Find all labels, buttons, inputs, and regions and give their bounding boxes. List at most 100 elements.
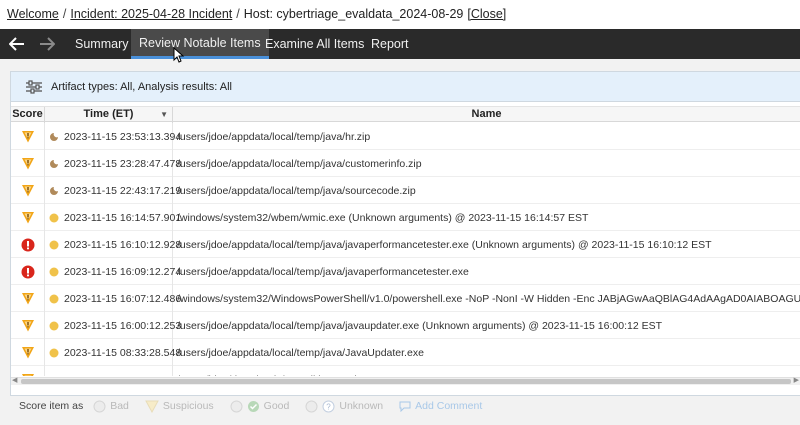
- suspicious-score-icon: [21, 320, 34, 332]
- table-row[interactable]: 2023-11-15 22:43:17.219/users/jdoe/appda…: [11, 177, 800, 204]
- item-name: /windows/system32/WindowsPowerShell/v1.0…: [177, 292, 800, 305]
- score-cell: [11, 312, 45, 339]
- table-row[interactable]: 2023-11-15 16:09:12.274/users/jdoe/appda…: [11, 258, 800, 285]
- suspicious-score-icon: [21, 131, 34, 143]
- column-header-time[interactable]: Time (ET) ▼: [45, 107, 173, 123]
- column-header-name[interactable]: Name: [173, 107, 800, 123]
- item-time: 2023-11-15 16:09:12.274: [64, 265, 182, 278]
- filter-bar[interactable]: Artifact types: All, Analysis results: A…: [11, 72, 800, 102]
- table-row[interactable]: 2023-11-15 08:32:25.548/users/jdoe/downl…: [11, 366, 800, 376]
- score-unknown-label: Unknown: [339, 400, 384, 412]
- item-name: /users/jdoe/appdata/local/temp/java/cust…: [177, 157, 422, 170]
- score-item-as-label: Score item as: [19, 400, 84, 412]
- score-cell: [11, 339, 45, 366]
- bad-score-icon: [93, 400, 106, 412]
- table-row[interactable]: 2023-11-15 16:00:12.253/users/jdoe/appda…: [11, 312, 800, 339]
- good-score-icon: [230, 400, 243, 412]
- item-name: /users/jdoe/appdata/local/temp/java/java…: [177, 265, 469, 278]
- score-suspicious-button[interactable]: Suspicious: [145, 400, 214, 413]
- arrow-right-icon[interactable]: [30, 29, 64, 59]
- time-cell: 2023-11-15 16:00:12.253: [45, 312, 181, 339]
- add-comment-button[interactable]: Add Comment: [399, 400, 482, 412]
- score-unknown-button[interactable]: ? Unknown: [305, 400, 383, 413]
- nav-bar: Summary Review Notable Items Examine All…: [0, 29, 800, 59]
- tab-report[interactable]: Report: [363, 29, 417, 59]
- item-time: 2023-11-15 08:32:25.548: [64, 374, 181, 377]
- column-header-time-label: Time (ET): [83, 108, 134, 120]
- filter-summary-text: Artifact types: All, Analysis results: A…: [51, 80, 232, 93]
- table-row[interactable]: 2023-11-15 23:28:47.478/users/jdoe/appda…: [11, 150, 800, 177]
- breadcrumb-separator: /: [236, 7, 240, 21]
- suspicious-score-icon: [21, 185, 34, 197]
- score-cell: [11, 366, 45, 376]
- process-icon: [49, 267, 59, 276]
- item-name: /users/jdoe/appdata/local/temp/java/sour…: [177, 184, 416, 197]
- tab-review-notable-items[interactable]: Review Notable Items: [131, 29, 269, 59]
- score-action-bar: Score item as Bad Suspicious Good ? Unkn…: [10, 396, 800, 416]
- suspicious-score-icon: [21, 158, 34, 170]
- svg-text:?: ?: [327, 402, 332, 411]
- time-cell: 2023-11-15 16:07:12.486: [45, 285, 181, 312]
- file-icon: [50, 159, 58, 168]
- file-icon: [50, 186, 58, 195]
- check-circle-icon: [247, 400, 259, 412]
- scroll-left-icon[interactable]: ◀: [12, 376, 17, 384]
- breadcrumb: Welcome / Incident: 2025-04-28 Incident / Ho…: [0, 0, 800, 28]
- item-name: /users/jdoe/appdata/local/temp/java/Java…: [177, 346, 424, 359]
- breadcrumb-welcome-link[interactable]: Welcome: [7, 7, 59, 21]
- scroll-right-icon[interactable]: ▶: [794, 376, 799, 384]
- file-icon: [52, 375, 54, 376]
- score-good-label: Good: [263, 400, 290, 412]
- arrow-left-icon[interactable]: [0, 29, 34, 59]
- time-cell: 2023-11-15 08:32:25.548: [45, 366, 181, 376]
- table-row[interactable]: 2023-11-15 16:10:12.928/users/jdoe/appda…: [11, 231, 800, 258]
- item-name: /users/jdoe/appdata/local/temp/java/java…: [177, 319, 663, 332]
- column-header-score[interactable]: Score: [11, 107, 45, 123]
- scrollbar-thumb[interactable]: [21, 379, 791, 384]
- time-cell: 2023-11-15 23:28:47.478: [45, 150, 181, 177]
- bad-score-icon: [21, 265, 34, 278]
- breadcrumb-incident-link[interactable]: Incident: 2025-04-28 Incident: [70, 7, 232, 21]
- time-cell: 2023-11-15 16:09:12.274: [45, 258, 181, 285]
- process-icon: [49, 321, 59, 330]
- breadcrumb-close-link[interactable]: [Close]: [467, 7, 506, 21]
- suspicious-score-icon: [145, 400, 159, 413]
- process-icon: [49, 240, 59, 249]
- table-row[interactable]: 2023-11-15 08:33:28.548/users/jdoe/appda…: [11, 339, 800, 366]
- horizontal-scrollbar[interactable]: ◀ ▶: [11, 377, 800, 385]
- score-cell: [11, 231, 45, 258]
- table-row[interactable]: 2023-11-15 16:14:57.901/windows/system32…: [11, 204, 800, 231]
- suspicious-score-icon: [21, 212, 34, 224]
- question-circle-icon: ?: [322, 400, 335, 412]
- table-body: 2023-11-15 23:53:13.394/users/jdoe/appda…: [11, 123, 800, 376]
- item-time: 2023-11-15 16:00:12.253: [64, 319, 182, 332]
- item-time: 2023-11-15 16:07:12.486: [64, 292, 182, 305]
- time-cell: 2023-11-15 08:33:28.548: [45, 339, 181, 366]
- score-suspicious-label: Suspicious: [162, 400, 214, 412]
- filter-sliders-icon[interactable]: [25, 79, 43, 94]
- process-icon: [49, 213, 59, 222]
- tab-examine-all-items[interactable]: Examine All Items: [257, 29, 372, 59]
- score-cell: [11, 258, 45, 285]
- breadcrumb-separator: /: [62, 7, 67, 21]
- suspicious-score-icon: [21, 374, 34, 376]
- process-icon: [49, 348, 59, 357]
- time-cell: 2023-11-15 16:14:57.901: [45, 204, 181, 231]
- unknown-score-empty-icon: [305, 400, 318, 412]
- tab-summary[interactable]: Summary: [67, 29, 136, 59]
- score-good-button[interactable]: Good: [230, 400, 290, 413]
- mouse-cursor-icon: [173, 47, 185, 63]
- suspicious-score-icon: [21, 347, 34, 359]
- item-time: 2023-11-15 22:43:17.219: [64, 184, 182, 197]
- item-time: 2023-11-15 23:53:13.394: [64, 130, 182, 143]
- item-time: 2023-11-15 16:14:57.901: [64, 211, 182, 224]
- item-name: /users/jdoe/appdata/local/temp/java/java…: [177, 238, 712, 251]
- score-cell: [11, 285, 45, 312]
- item-name: /users/jdoe/appdata/local/temp/java/hr.z…: [177, 130, 371, 143]
- table-row[interactable]: 2023-11-15 23:53:13.394/users/jdoe/appda…: [11, 123, 800, 150]
- score-bad-label: Bad: [110, 400, 129, 412]
- table-row[interactable]: 2023-11-15 16:07:12.486/windows/system32…: [11, 285, 800, 312]
- table-header: Score Time (ET) ▼ Name: [11, 106, 800, 123]
- score-bad-button[interactable]: Bad: [93, 400, 129, 413]
- suspicious-score-icon: [21, 293, 34, 305]
